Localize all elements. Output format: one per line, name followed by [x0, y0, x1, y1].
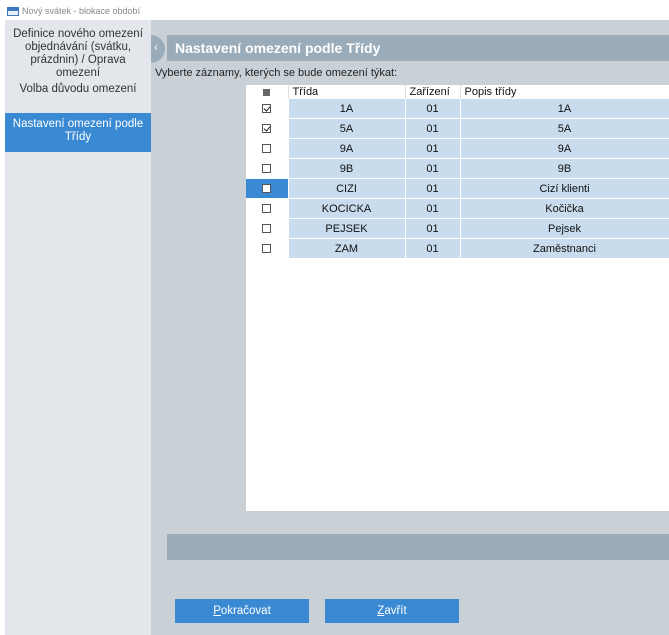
cell-trida[interactable]: KOCICKA	[288, 198, 406, 219]
column-header-popis[interactable]: Popis třídy	[460, 85, 669, 99]
cell-zarizeni[interactable]: 01	[405, 99, 461, 119]
table-row[interactable]: 9A 01 9A	[246, 138, 669, 159]
sidebar-item-definition[interactable]: Definice nového omezení objednávání (svá…	[5, 28, 151, 80]
row-checkbox-cell[interactable]	[246, 158, 289, 179]
cell-zarizeni[interactable]: 01	[405, 138, 461, 159]
row-checkbox-cell[interactable]	[246, 198, 289, 219]
cell-zarizeni[interactable]: 01	[405, 198, 461, 219]
cell-zarizeni[interactable]: 01	[405, 238, 461, 259]
row-checkbox-cell[interactable]	[246, 118, 289, 139]
row-checkbox[interactable]	[262, 164, 272, 174]
class-grid[interactable]: Třída Zařízení Popis třídy 1A 01 1A 5A 01 5A 9…	[246, 85, 669, 511]
wizard-sidebar: Definice nového omezení objednávání (svá…	[0, 20, 151, 635]
cell-popis[interactable]: 5A	[460, 118, 669, 139]
cell-popis[interactable]: Zaměstnanci	[460, 238, 669, 259]
row-checkbox[interactable]	[262, 244, 272, 254]
column-header-trida[interactable]: Třída	[288, 85, 406, 99]
table-row[interactable]: CIZI 01 Cizí klienti	[246, 178, 669, 199]
cell-zarizeni[interactable]: 01	[405, 218, 461, 239]
column-header-zarizeni[interactable]: Zařízení	[405, 85, 461, 99]
row-checkbox-cell[interactable]	[246, 178, 289, 199]
table-row[interactable]: 5A 01 5A	[246, 118, 669, 139]
table-row[interactable]: ZAM 01 Zaměstnanci	[246, 238, 669, 259]
row-checkbox-cell[interactable]	[246, 138, 289, 159]
row-checkbox[interactable]	[262, 104, 272, 114]
cell-trida[interactable]: 1A	[288, 99, 406, 119]
cell-popis[interactable]: 1A	[460, 99, 669, 119]
close-button[interactable]: Zavřít	[325, 599, 459, 623]
cell-trida[interactable]: 9B	[288, 158, 406, 179]
cell-trida[interactable]: CIZI	[288, 178, 406, 199]
row-checkbox-cell[interactable]	[246, 238, 289, 259]
continue-button[interactable]: Pokračovat	[175, 599, 309, 623]
row-checkbox[interactable]	[262, 224, 272, 234]
selection-prompt: Vyberte záznamy, kterých se bude omezení…	[155, 67, 398, 79]
cell-zarizeni[interactable]: 01	[405, 118, 461, 139]
row-checkbox[interactable]	[262, 144, 272, 154]
sidebar-item-reason[interactable]: Volba důvodu omezení	[5, 83, 151, 96]
bottom-bar	[167, 534, 669, 560]
app-window-icon	[7, 7, 19, 16]
page-title: Nastavení omezení podle Třídy	[175, 40, 381, 56]
table-header-row: Třída Zařízení Popis třídy	[246, 85, 669, 99]
cell-zarizeni[interactable]: 01	[405, 178, 461, 199]
table-row[interactable]: 1A 01 1A	[246, 99, 669, 119]
row-checkbox[interactable]	[262, 184, 272, 194]
cell-trida[interactable]: PEJSEK	[288, 218, 406, 239]
section-header: Nastavení omezení podle Třídy	[167, 35, 669, 61]
table-row[interactable]: PEJSEK 01 Pejsek	[246, 218, 669, 239]
cell-popis[interactable]: Cizí klienti	[460, 178, 669, 199]
cell-popis[interactable]: Kočička	[460, 198, 669, 219]
row-checkbox[interactable]	[262, 124, 272, 134]
title-bar: Nový svátek - blokace období	[0, 0, 669, 20]
cell-zarizeni[interactable]: 01	[405, 158, 461, 179]
row-checkbox[interactable]	[262, 204, 272, 214]
select-all-header[interactable]	[246, 85, 289, 99]
continue-mnemonic: P	[213, 605, 221, 617]
cell-popis[interactable]: 9B	[460, 158, 669, 179]
table-row[interactable]: KOCICKA 01 Kočička	[246, 198, 669, 219]
chevron-left-icon: ‹	[154, 42, 158, 54]
continue-label: okračovat	[220, 605, 271, 617]
window-title: Nový svátek - blokace období	[22, 6, 141, 16]
cell-popis[interactable]: 9A	[460, 138, 669, 159]
sidebar-item-class-restriction[interactable]: Nastavení omezení podle Třídy	[5, 113, 151, 152]
cell-trida[interactable]: ZAM	[288, 238, 406, 259]
cell-trida[interactable]: 9A	[288, 138, 406, 159]
close-label: avřít	[384, 605, 407, 617]
cell-popis[interactable]: Pejsek	[460, 218, 669, 239]
row-checkbox-cell[interactable]	[246, 218, 289, 239]
cell-trida[interactable]: 5A	[288, 118, 406, 139]
table-row[interactable]: 9B 01 9B	[246, 158, 669, 179]
class-table: Třída Zařízení Popis třídy 1A 01 1A 5A 01 5A 9…	[246, 85, 669, 259]
select-all-icon[interactable]	[263, 88, 271, 96]
row-checkbox-cell[interactable]	[246, 99, 289, 119]
